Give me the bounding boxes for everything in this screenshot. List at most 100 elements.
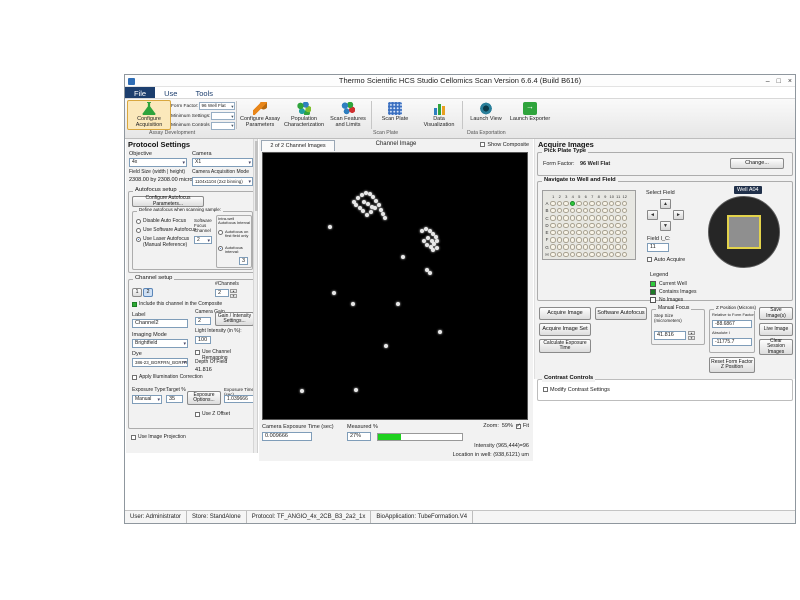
plate-well-H2[interactable]: [557, 252, 563, 258]
scrollbar-thumb[interactable]: [255, 141, 258, 211]
plate-well-C2[interactable]: [557, 215, 563, 221]
data-visualization-button[interactable]: Data Visualization: [417, 100, 461, 130]
plate-well-E12[interactable]: [622, 230, 628, 236]
plate-well-C8[interactable]: [596, 215, 602, 221]
objective-dropdown[interactable]: 4x: [129, 158, 187, 167]
plate-well-H12[interactable]: [622, 252, 628, 258]
scan-plate-button[interactable]: Scan Plate: [373, 100, 417, 130]
field-down-button[interactable]: ▼: [660, 221, 671, 231]
disable-autofocus-radio[interactable]: Disable Auto Focus: [136, 219, 186, 225]
population-characterization-button[interactable]: Population Characterization: [282, 100, 326, 130]
field-left-button[interactable]: ◄: [647, 210, 658, 220]
plate-well-D10[interactable]: [609, 223, 615, 229]
launch-view-button[interactable]: Launch View: [464, 100, 508, 130]
plate-well-A4[interactable]: [570, 201, 576, 207]
camera-dropdown[interactable]: X1: [192, 158, 253, 167]
plate-well-E9[interactable]: [602, 230, 608, 236]
configure-acquisition-button[interactable]: Configure Acquisition: [127, 100, 171, 130]
plate-well-D7[interactable]: [589, 223, 595, 229]
acquire-image-button[interactable]: Acquire Image: [539, 307, 591, 320]
plate-well-C10[interactable]: [609, 215, 615, 221]
plate-well-E10[interactable]: [609, 230, 615, 236]
light-intensity-input[interactable]: 100: [195, 336, 211, 344]
plate-well-G6[interactable]: [583, 244, 589, 250]
interval-radio[interactable]: Autofocus interval:: [218, 246, 251, 255]
form-factor-dropdown[interactable]: 96 Well Flat: [199, 102, 235, 110]
plate-well-H7[interactable]: [589, 252, 595, 258]
clear-session-button[interactable]: Clear Session Images: [759, 339, 793, 355]
configure-autofocus-button[interactable]: Configure Autofocus Parameters...: [132, 196, 204, 207]
interval-input[interactable]: 3: [239, 257, 248, 265]
plate-well-A12[interactable]: [622, 201, 628, 207]
plate-well-G3[interactable]: [563, 244, 569, 250]
launch-exporter-button[interactable]: Launch Exporter: [508, 100, 552, 130]
plate-well-C4[interactable]: [570, 215, 576, 221]
plate-well-B10[interactable]: [609, 208, 615, 214]
plate-well-H8[interactable]: [596, 252, 602, 258]
minimize-icon[interactable]: –: [766, 78, 770, 85]
acq-mode-dropdown[interactable]: 1104x1104 (2x2 binning): [192, 177, 253, 186]
field-up-button[interactable]: ▲: [660, 199, 671, 209]
plate-well-F1[interactable]: [550, 237, 556, 243]
plate-well-C6[interactable]: [583, 215, 589, 221]
plate-well-H5[interactable]: [576, 252, 582, 258]
plate-well-D11[interactable]: [615, 223, 621, 229]
target-percent-input[interactable]: 35: [166, 395, 183, 403]
plate-well-B3[interactable]: [563, 208, 569, 214]
plate-well-F10[interactable]: [609, 237, 615, 243]
plate-well-E7[interactable]: [589, 230, 595, 236]
plate-well-G11[interactable]: [615, 244, 621, 250]
reset-form-factor-button[interactable]: Reset Form Factor Z Position: [709, 357, 755, 373]
plate-well-B9[interactable]: [602, 208, 608, 214]
modify-contrast-checkbox[interactable]: Modify Contrast Settings: [543, 387, 610, 393]
minimum-settings-dropdown[interactable]: [211, 112, 235, 120]
num-channels-input[interactable]: 2: [215, 289, 229, 297]
software-autofocus-button[interactable]: Software Autofocus: [595, 307, 647, 320]
plate-well-A3[interactable]: [563, 201, 569, 207]
plate-well-A8[interactable]: [596, 201, 602, 207]
plate-well-D4[interactable]: [570, 223, 576, 229]
plate-well-C7[interactable]: [589, 215, 595, 221]
plate-well-F7[interactable]: [589, 237, 595, 243]
scan-features-limits-button[interactable]: Scan Features and Limits: [326, 100, 370, 130]
plate-well-A1[interactable]: [550, 201, 556, 207]
plate-well-G10[interactable]: [609, 244, 615, 250]
plate-well-H1[interactable]: [550, 252, 556, 258]
plate-well-D3[interactable]: [563, 223, 569, 229]
exposure-time-input[interactable]: 1.039666: [224, 395, 254, 403]
plate-well-C5[interactable]: [576, 215, 582, 221]
save-images-button[interactable]: Save Image(s): [759, 307, 793, 320]
plate-well-E6[interactable]: [583, 230, 589, 236]
left-panel-scrollbar[interactable]: [253, 139, 257, 453]
plate-well-G8[interactable]: [596, 244, 602, 250]
plate-well-B5[interactable]: [576, 208, 582, 214]
minimum-controls-dropdown[interactable]: [211, 122, 235, 130]
change-plate-button[interactable]: Change...: [730, 158, 784, 169]
acquire-image-set-button[interactable]: Acquire Image Set: [539, 323, 591, 336]
plate-well-D2[interactable]: [557, 223, 563, 229]
num-channels-spinner[interactable]: ▲▼: [230, 289, 237, 298]
plate-well-B1[interactable]: [550, 208, 556, 214]
imaging-mode-dropdown[interactable]: Brightfield: [132, 339, 188, 348]
gain-intensity-button[interactable]: Gain / Intensity Settings...: [215, 312, 254, 326]
plate-well-F9[interactable]: [602, 237, 608, 243]
plate-well-E11[interactable]: [615, 230, 621, 236]
plate-well-C3[interactable]: [563, 215, 569, 221]
plate-well-D5[interactable]: [576, 223, 582, 229]
step-size-spinner[interactable]: ▲▼: [688, 331, 695, 340]
tab-use[interactable]: Use: [155, 87, 186, 98]
illumination-correction-checkbox[interactable]: Apply Illumination Correction: [132, 375, 203, 381]
plate-well-D8[interactable]: [596, 223, 602, 229]
plate-well-A2[interactable]: [557, 201, 563, 207]
plate-well-C9[interactable]: [602, 215, 608, 221]
label-input[interactable]: Channel2: [132, 319, 188, 328]
dye-dropdown[interactable]: 386-23_BGRFRN_BGRFRN: [132, 358, 188, 367]
plate-well-F11[interactable]: [615, 237, 621, 243]
plate-well-C11[interactable]: [615, 215, 621, 221]
first-field-radio[interactable]: Autofocus on first field only: [218, 230, 251, 239]
plate-well-E5[interactable]: [576, 230, 582, 236]
well-display[interactable]: [708, 196, 780, 268]
field-input[interactable]: 11: [647, 243, 669, 252]
plate-well-H10[interactable]: [609, 252, 615, 258]
exposure-type-dropdown[interactable]: Manual: [132, 395, 162, 404]
